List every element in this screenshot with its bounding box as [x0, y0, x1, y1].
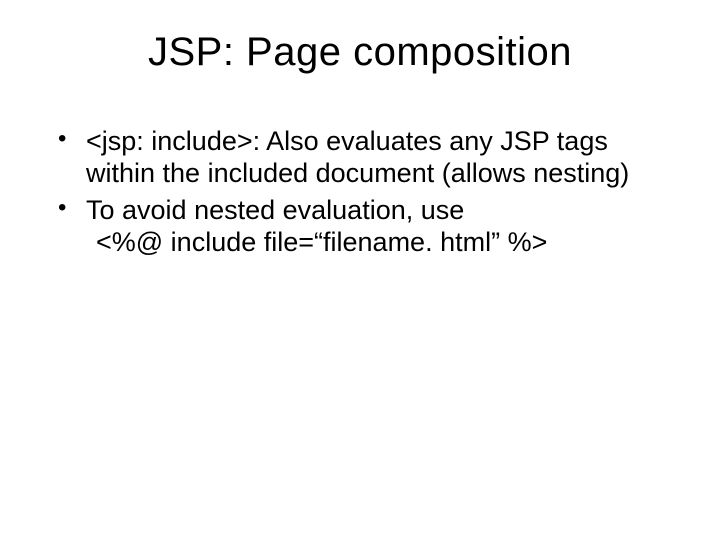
slide: JSP: Page composition <jsp: include>: Al…: [0, 0, 720, 540]
bullet-text-line1: To avoid nested evaluation, use: [86, 195, 464, 225]
slide-title: JSP: Page composition: [40, 30, 680, 75]
list-item: <jsp: include>: Also evaluates any JSP t…: [50, 125, 670, 190]
bullet-text-line2: <%@ include file=“filename. html” %>: [86, 226, 670, 258]
bullet-list: <jsp: include>: Also evaluates any JSP t…: [50, 125, 670, 259]
bullet-text: <jsp: include>: Also evaluates any JSP t…: [86, 126, 629, 188]
list-item: To avoid nested evaluation, use <%@ incl…: [50, 194, 670, 259]
